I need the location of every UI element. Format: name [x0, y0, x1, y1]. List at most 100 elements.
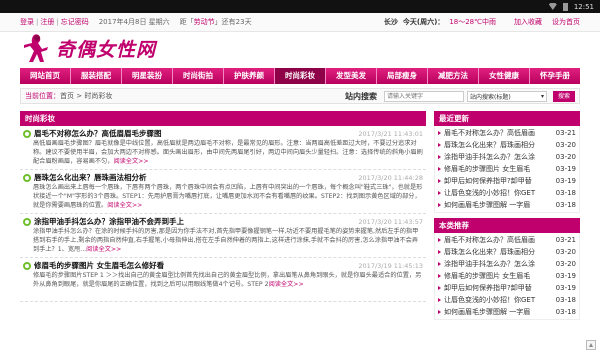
set-homepage-link[interactable]: 设为首页	[552, 17, 580, 27]
list-item-title: 让唇色变浅的小妙招！你GET	[444, 296, 536, 304]
nav-item-skincare[interactable]: 护肤养颜	[224, 68, 275, 84]
search-input[interactable]	[384, 90, 464, 102]
list-item-date: 03-18	[555, 308, 576, 316]
nav-item-street-snap[interactable]: 时尚街拍	[173, 68, 224, 84]
search-button[interactable]: 搜索	[553, 90, 575, 102]
list-item[interactable]: 眉毛不对称怎么办？高低眉画 03-21	[438, 234, 576, 246]
list-item-date: 03-19	[555, 177, 576, 185]
battery-icon	[562, 2, 568, 11]
nav-item-diet[interactable]: 减肥方法	[428, 68, 479, 84]
list-item[interactable]: 修眉毛的步骤图片 女生眉毛 03-19	[438, 163, 576, 175]
article-date: 2017/3/21 11:43:01	[358, 129, 423, 138]
article-title[interactable]: 涂指甲油手抖怎么办？涂指甲油不会弄到手上	[34, 216, 358, 227]
recommend-title: 本类推荐	[434, 218, 580, 233]
section-title: 时尚彩妆	[20, 111, 426, 126]
latest-updates: 最近更新 眉毛不对称怎么办？高低眉画 03-21 唇珠怎么化出来？唇珠画相分 03-…	[434, 111, 580, 213]
holiday-name: 劳动节	[193, 18, 215, 26]
breadcrumb[interactable]: 首页 > 时尚彩妆	[60, 91, 112, 101]
article-bullet-icon	[23, 173, 31, 182]
article-summary: 修眉毛的步骤图片STEP 1 ＞＞找出自己的黄金眉型比例首先找出自己的黄金眉型比…	[23, 271, 423, 298]
separator: |	[56, 18, 59, 26]
list-item[interactable]: 如何画眉毛步骤图解 一字眉 03-18	[438, 199, 576, 211]
nav-item-slimming[interactable]: 局部瘦身	[377, 68, 428, 84]
article-date: 2017/3/20 11:43:57	[358, 217, 423, 226]
read-more-link[interactable]: 阅读全文>>	[113, 158, 148, 165]
list-item-date: 03-20	[555, 248, 576, 256]
nav-item-health[interactable]: 女性健康	[479, 68, 530, 84]
list-item[interactable]: 唇珠怎么化出来？唇珠画相分 03-20	[438, 139, 576, 151]
wifi-icon	[548, 3, 557, 10]
add-favorite-link[interactable]: 加入收藏	[514, 17, 542, 27]
article-title[interactable]: 唇珠怎么化出来？唇珠画法相分析	[34, 172, 358, 183]
list-item-date: 03-19	[555, 165, 576, 173]
article-summary-text: 高低眉画眉毛步骤图？眉毛就像是中线位置，高低眉就是两边眉毛不对称，是最常见的眉形…	[33, 140, 423, 165]
category-recommend: 本类推荐 眉毛不对称怎么办？高低眉画 03-21 唇珠怎么化出来？唇珠画相分 03-…	[434, 218, 580, 320]
holiday-suffix: 」还有23天	[214, 18, 252, 26]
triangle-bullet-icon	[438, 191, 441, 195]
status-time: 12:51	[573, 2, 594, 11]
list-item[interactable]: 让唇色变浅的小妙招！你GET 03-18	[438, 187, 576, 199]
list-item-title: 如何画眉毛步骤图解 一字眉	[444, 308, 531, 316]
nav-item-hairstyle[interactable]: 发型美发	[326, 68, 377, 84]
register-link[interactable]: 注册	[40, 17, 54, 27]
nav-item-home[interactable]: 网站首页	[20, 68, 71, 84]
list-item-title: 眉毛不对称怎么办？高低眉画	[444, 236, 535, 244]
article-header: 涂指甲油手抖怎么办？涂指甲油不会弄到手上 2017/3/20 11:43:57	[23, 216, 423, 227]
list-item[interactable]: 卸甲后如何保养指甲?卸甲替 03-19	[438, 282, 576, 294]
article-date: 2017/3/20 11:44:28	[358, 173, 423, 182]
list-item[interactable]: 唇珠怎么化出来？唇珠画相分 03-20	[438, 246, 576, 258]
read-more-link[interactable]: 阅读全文>>	[107, 202, 142, 209]
read-more-link[interactable]: 阅读全文>>	[269, 281, 304, 288]
nav-item-pregnancy[interactable]: 怀孕手册	[530, 68, 580, 84]
article-title[interactable]: 修眉毛的步骤图片 女生眉毛怎么修好看	[34, 260, 358, 271]
forgot-password-link[interactable]: 忘记密码	[61, 17, 89, 27]
scroll-to-top-button[interactable]	[586, 340, 596, 350]
list-item-title: 涂指甲油手抖怎么办？怎么涂	[444, 153, 535, 161]
read-more-link[interactable]: 阅读全文>>	[86, 246, 121, 253]
weather-widget: 长沙 今天(周六)： 18～28℃中雨	[384, 17, 496, 27]
main-navigation: 网站首页 服装搭配 明星装扮 时尚街拍 护肤养颜 时尚彩妆 发型美发 局部瘦身 …	[20, 68, 580, 84]
triangle-bullet-icon	[438, 310, 441, 314]
triangle-bullet-icon	[438, 143, 441, 147]
list-item-title: 涂指甲油手抖怎么办？怎么涂	[444, 260, 535, 268]
login-link[interactable]: 登录	[20, 17, 34, 27]
triangle-bullet-icon	[438, 250, 441, 254]
list-item-date: 03-18	[555, 296, 576, 304]
list-item-date: 03-18	[555, 189, 576, 197]
search-type-select[interactable]: 站内搜索(标题) ▾	[467, 90, 547, 102]
weather-city: 长沙	[383, 18, 398, 26]
article-item: 修眉毛的步骤图片 女生眉毛怎么修好看 2017/3/19 11:45:13 修眉…	[20, 258, 426, 302]
article-item: 眉毛不对称怎么办？高低眉眉毛步骤图 2017/3/21 11:43:01 高低眉…	[20, 126, 426, 170]
triangle-bullet-icon	[438, 298, 441, 302]
article-list-panel: 时尚彩妆 眉毛不对称怎么办？高低眉眉毛步骤图 2017/3/21 11:43:0…	[20, 111, 426, 352]
nav-item-makeup[interactable]: 时尚彩妆	[275, 68, 326, 84]
breadcrumb-bar: 当前位置： 首页 > 时尚彩妆 站内搜索 站内搜索(标题) ▾ 搜索	[20, 88, 580, 104]
list-item[interactable]: 如何画眉毛步骤图解 一字眉 03-18	[438, 306, 576, 318]
list-item-date: 03-18	[555, 201, 576, 209]
article-summary: 涂指甲油手抖怎么办？在涂的时候手抖的厉害,那是因为你手法不对,首先指甲要像握钢笔…	[23, 227, 423, 254]
search-type-value: 站内搜索(标题)	[470, 93, 511, 101]
list-item[interactable]: 修眉毛的步骤图片 女生眉毛 03-19	[438, 270, 576, 282]
article-header: 眉毛不对称怎么办？高低眉眉毛步骤图 2017/3/21 11:43:01	[23, 128, 423, 139]
nav-item-celebrity[interactable]: 明星装扮	[122, 68, 173, 84]
latest-list: 眉毛不对称怎么办？高低眉画 03-21 唇珠怎么化出来？唇珠画相分 03-20 涂指…	[434, 126, 580, 213]
list-item-date: 03-20	[555, 153, 576, 161]
list-item[interactable]: 涂指甲油手抖怎么办？怎么涂 03-20	[438, 151, 576, 163]
list-item[interactable]: 让唇色变浅的小妙招！你GET 03-18	[438, 294, 576, 306]
nav-item-clothing[interactable]: 服装搭配	[71, 68, 122, 84]
latest-updates-title: 最近更新	[434, 111, 580, 126]
status-right: 12:51	[548, 2, 594, 11]
triangle-bullet-icon	[438, 286, 441, 290]
list-item[interactable]: 涂指甲油手抖怎么办？怎么涂 03-20	[438, 258, 576, 270]
search-title: 站内搜索	[345, 91, 377, 101]
list-item-date: 03-21	[555, 129, 576, 137]
triangle-bullet-icon	[438, 203, 441, 207]
list-item[interactable]: 眉毛不对称怎么办？高低眉画 03-21	[438, 127, 576, 139]
list-item-title: 修眉毛的步骤图片 女生眉毛	[444, 272, 531, 280]
list-item-title: 让唇色变浅的小妙招！你GET	[444, 189, 536, 197]
list-item[interactable]: 卸甲后如何保养指甲?卸甲替 03-19	[438, 175, 576, 187]
article-title[interactable]: 眉毛不对称怎么办？高低眉眉毛步骤图	[34, 128, 358, 139]
article-summary: 唇珠怎么画出来上唇每一个唇珠，下唇有两个唇珠，两个唇珠中间会有点凹陷，上唇有中间…	[23, 183, 423, 210]
triangle-bullet-icon	[438, 262, 441, 266]
site-logo[interactable]: 奇偶女性网	[20, 33, 156, 63]
